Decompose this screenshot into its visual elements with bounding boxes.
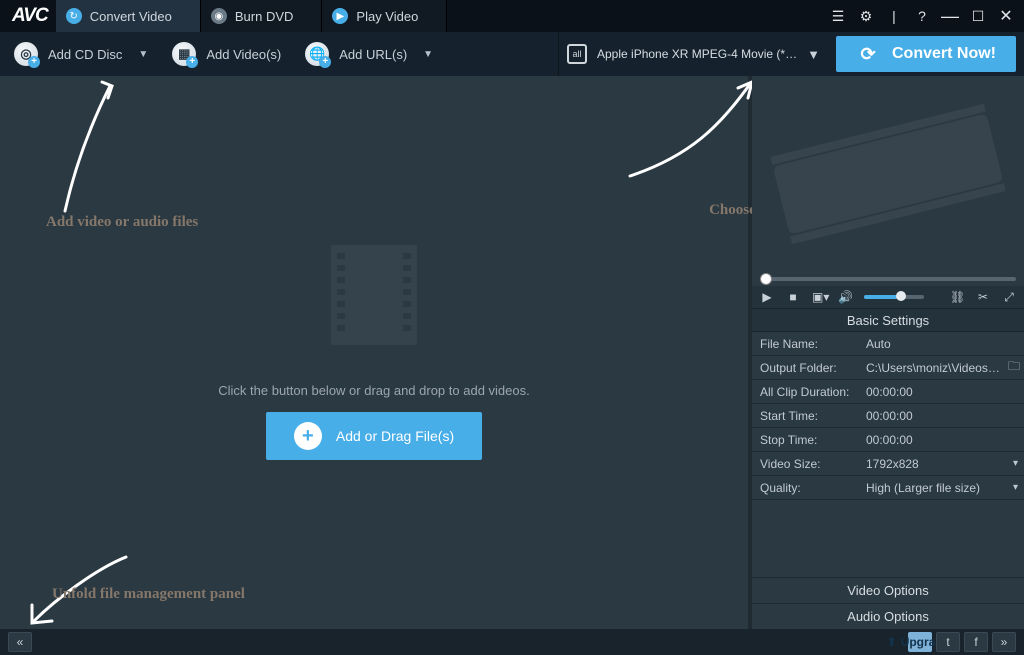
playback-timeline[interactable] <box>752 272 1024 286</box>
quality-select[interactable]: High (Larger file size) <box>858 476 1024 500</box>
video-size-select[interactable]: 1792x828 <box>858 452 1024 476</box>
link-icon[interactable]: ⛓ <box>950 290 964 304</box>
gear-icon[interactable]: ⚙ <box>858 8 874 24</box>
add-files-button[interactable]: + Add or Drag File(s) <box>266 412 482 460</box>
basic-settings-title: Basic Settings <box>752 308 1024 332</box>
player-controls: ▶ ■ ▣▾ 🔊 ⛓ ✂ ⤢ <box>752 286 1024 308</box>
basic-settings-grid: File Name: Auto Output Folder: C:\Users\… <box>752 332 1024 500</box>
footer: « ⬆ Upgrade t f » <box>0 629 1024 655</box>
audio-options-toggle[interactable]: Audio Options <box>752 603 1024 629</box>
clip-duration-label: All Clip Duration: <box>752 380 858 404</box>
convert-icon: ↻ <box>66 8 82 24</box>
expand-right-button[interactable]: » <box>992 632 1016 652</box>
folder-icon[interactable]: 🗀 <box>1008 357 1020 378</box>
timeline-knob[interactable] <box>760 273 772 285</box>
video-options-toggle[interactable]: Video Options <box>752 577 1024 603</box>
button-label: Add URL(s) <box>339 47 407 62</box>
button-label: Add Video(s) <box>206 47 281 62</box>
file-name-value[interactable]: Auto <box>858 332 1024 356</box>
file-drop-zone[interactable]: Add video or audio files Choose output p… <box>0 76 752 629</box>
convert-now-button[interactable]: ⟳ Convert Now! <box>836 36 1016 72</box>
menu-icon[interactable]: ☰ <box>830 8 846 24</box>
play-icon[interactable]: ▶ <box>760 290 774 304</box>
button-label: Convert Now! <box>892 45 996 63</box>
plus-icon: + <box>294 422 322 450</box>
clip-duration-value: 00:00:00 <box>858 380 1024 404</box>
profile-icon: all <box>567 44 587 64</box>
tab-label: Burn DVD <box>235 9 294 24</box>
add-video-button[interactable]: ▦ Add Video(s) <box>162 32 291 76</box>
dvd-icon: ◉ <box>211 8 227 24</box>
profile-label: Apple iPhone XR MPEG-4 Movie (*.m… <box>597 47 797 61</box>
chevron-down-icon: ▼ <box>138 49 148 60</box>
expand-left-button[interactable]: « <box>8 632 32 652</box>
start-time-label: Start Time: <box>752 404 858 428</box>
tab-label: Convert Video <box>90 9 172 24</box>
film-plus-icon: ▦ <box>172 42 196 66</box>
video-size-label: Video Size: <box>752 452 858 476</box>
stop-time-value[interactable]: 00:00:00 <box>858 428 1024 452</box>
chevron-down-icon: ▼ <box>807 47 820 62</box>
camera-icon[interactable]: ▣▾ <box>812 290 826 304</box>
close-icon[interactable]: ✕ <box>998 8 1014 24</box>
convert-icon: ⟳ <box>856 42 880 66</box>
scissors-icon[interactable]: ✂ <box>976 290 990 304</box>
minimize-icon[interactable]: — <box>942 8 958 24</box>
film-placeholder-icon <box>331 245 417 345</box>
quality-label: Quality: <box>752 476 858 500</box>
chevron-down-icon: ▼ <box>423 49 433 60</box>
start-time-value[interactable]: 00:00:00 <box>858 404 1024 428</box>
volume-icon[interactable]: 🔊 <box>838 290 852 304</box>
button-label: Add CD Disc <box>48 47 122 62</box>
tab-play-video[interactable]: ▶ Play Video <box>322 0 447 32</box>
upgrade-button[interactable]: ⬆ Upgrade <box>908 632 932 652</box>
output-folder-label: Output Folder: <box>752 356 858 380</box>
stop-icon[interactable]: ■ <box>786 290 800 304</box>
disc-plus-icon: ◎ <box>14 42 38 66</box>
preview-pane <box>752 76 1024 272</box>
right-panel: ▶ ■ ▣▾ 🔊 ⛓ ✂ ⤢ Basic Settings File Name:… <box>752 76 1024 629</box>
expand-icon[interactable]: ⤢ <box>1002 290 1016 305</box>
globe-plus-icon: 🌐 <box>305 42 329 66</box>
file-name-label: File Name: <box>752 332 858 356</box>
dropzone-hint: Click the button below or drag and drop … <box>218 383 529 398</box>
toolbar: ◎ Add CD Disc ▼ ▦ Add Video(s) 🌐 Add URL… <box>0 32 1024 76</box>
app-logo: AVC <box>12 5 48 27</box>
divider: | <box>886 8 902 24</box>
facebook-icon[interactable]: f <box>964 632 988 652</box>
tab-convert-video[interactable]: ↻ Convert Video <box>56 0 201 32</box>
tab-label: Play Video <box>356 9 418 24</box>
annotation-add-files: Add video or audio files <box>46 214 198 231</box>
titlebar: AVC ↻ Convert Video ◉ Burn DVD ▶ Play Vi… <box>0 0 1024 32</box>
tab-burn-dvd[interactable]: ◉ Burn DVD <box>201 0 323 32</box>
maximize-icon[interactable]: ☐ <box>970 8 986 24</box>
output-profile-select[interactable]: all Apple iPhone XR MPEG-4 Movie (*.m… ▼ <box>558 32 828 76</box>
add-url-button[interactable]: 🌐 Add URL(s) ▼ <box>295 32 443 76</box>
annotation-unfold-panel: Unfold file management panel <box>52 586 245 603</box>
volume-slider[interactable] <box>864 295 924 299</box>
play-icon: ▶ <box>332 8 348 24</box>
up-arrow-icon: ⬆ <box>887 635 897 649</box>
output-folder-value[interactable]: C:\Users\moniz\Videos…🗀 <box>858 356 1024 380</box>
button-label: Add or Drag File(s) <box>336 428 454 444</box>
twitter-icon[interactable]: t <box>936 632 960 652</box>
add-cd-button[interactable]: ◎ Add CD Disc ▼ <box>4 32 158 76</box>
help-icon[interactable]: ? <box>914 8 930 24</box>
stop-time-label: Stop Time: <box>752 428 858 452</box>
